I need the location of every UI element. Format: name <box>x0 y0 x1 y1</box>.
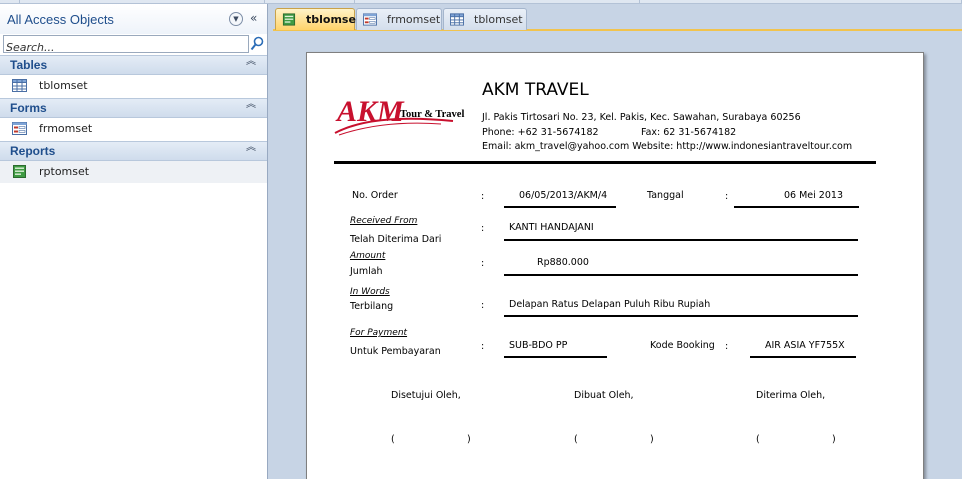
signature-close-paren: ) <box>650 434 654 445</box>
tab-label: tblomset <box>474 13 523 26</box>
company-phone: Phone: +62 31-5674182 <box>482 127 599 138</box>
amount-value: Rp880.000 <box>537 257 589 268</box>
nav-item-table-tblomset[interactable]: tblomset <box>0 75 267 97</box>
for-payment-label-en: For Payment <box>350 328 408 338</box>
chevron-up-double-icon[interactable]: ︽ <box>246 143 256 153</box>
received-from-label-en: Received From <box>350 216 418 226</box>
field-underline <box>504 206 616 208</box>
nav-item-label: frmomset <box>39 122 93 135</box>
group-label: Forms <box>10 101 47 115</box>
tanggal-value: 06 Mei 2013 <box>784 190 843 201</box>
report-page[interactable]: AKM Tour & Travel AKM TRAVEL Jl. Pakis T… <box>306 52 924 479</box>
form-icon <box>12 122 27 135</box>
field-underline <box>504 274 858 276</box>
received-from-value: KANTI HANDAJANI <box>509 222 594 233</box>
in-words-label-id: Terbilang <box>350 301 394 312</box>
search-box[interactable] <box>3 35 249 56</box>
field-underline <box>504 315 858 317</box>
search-icon[interactable] <box>250 36 264 52</box>
company-fax: Fax: 62 31-5674182 <box>641 127 737 138</box>
colon: : <box>481 341 485 352</box>
group-header-tables[interactable]: Tables ︽ <box>0 55 267 75</box>
colon: : <box>481 223 485 234</box>
navigation-pane: All Access Objects ▼ « Tables ︽ tblomset… <box>0 4 268 479</box>
tab-label: frmomset <box>387 13 441 26</box>
table-icon <box>450 13 464 26</box>
tab-report-tblomset[interactable]: tblomset <box>275 8 361 30</box>
colon: : <box>481 300 485 311</box>
amount-label-en: Amount <box>350 251 386 261</box>
colon: : <box>725 341 729 352</box>
tanggal-label: Tanggal <box>647 190 684 201</box>
amount-label-id: Jumlah <box>350 266 383 277</box>
colon: : <box>481 191 485 202</box>
kode-booking-label: Kode Booking <box>650 340 715 351</box>
field-underline <box>504 356 607 358</box>
received-from-label-id: Telah Diterima Dari <box>350 234 442 245</box>
header-divider <box>334 161 876 164</box>
for-payment-value: SUB-BDO PP <box>509 340 568 351</box>
for-payment-label-id: Untuk Pembayaran <box>350 346 441 357</box>
nav-item-report-rptomset[interactable]: rptomset <box>0 161 267 183</box>
table-icon <box>12 79 27 92</box>
search-input[interactable] <box>4 39 248 56</box>
field-underline <box>750 356 856 358</box>
report-icon <box>13 165 26 178</box>
group-header-forms[interactable]: Forms ︽ <box>0 98 267 118</box>
no-order-value: 06/05/2013/AKM/4 <box>519 190 608 201</box>
signature-open-paren: ( <box>574 434 578 445</box>
nav-item-label: tblomset <box>39 79 88 92</box>
in-words-value: Delapan Ratus Delapan Puluh Ribu Rupiah <box>509 299 711 310</box>
nav-item-label: rptomset <box>39 165 90 178</box>
shutter-collapse-icon[interactable]: « <box>250 11 258 25</box>
colon: : <box>725 191 729 202</box>
company-address: Jl. Pakis Tirtosari No. 23, Kel. Pakis, … <box>482 112 801 123</box>
no-order-label: No. Order <box>352 190 398 201</box>
company-name: AKM TRAVEL <box>482 80 589 100</box>
group-header-reports[interactable]: Reports ︽ <box>0 141 267 161</box>
nav-header[interactable]: All Access Objects ▼ « <box>0 4 267 34</box>
signature-open-paren: ( <box>756 434 760 445</box>
made-by-label: Dibuat Oleh, <box>574 390 634 401</box>
signature-close-paren: ) <box>832 434 836 445</box>
kode-booking-value: AIR ASIA YF755X <box>765 340 845 351</box>
group-label: Reports <box>10 144 56 158</box>
signature-open-paren: ( <box>391 434 395 445</box>
signature-close-paren: ) <box>467 434 471 445</box>
nav-item-form-frmomset[interactable]: frmomset <box>0 118 267 140</box>
document-tabs: tblomset frmomset tblomset <box>273 4 962 30</box>
group-label: Tables <box>10 58 48 72</box>
chevron-up-double-icon[interactable]: ︽ <box>246 100 256 110</box>
company-email-website: Email: akm_travel@yahoo.com Website: htt… <box>482 141 853 152</box>
tab-table-tblomset[interactable]: tblomset <box>443 8 527 30</box>
chevron-down-icon[interactable]: ▼ <box>229 12 243 26</box>
tab-form-frmomset[interactable]: frmomset <box>356 8 442 30</box>
field-underline <box>504 239 858 241</box>
akm-logo: AKM Tour & Travel <box>334 95 464 136</box>
approved-by-label: Disetujui Oleh, <box>391 390 461 401</box>
nav-title: All Access Objects <box>7 11 114 27</box>
received-by-label: Diterima Oleh, <box>756 390 826 401</box>
in-words-label-en: In Words <box>350 287 390 297</box>
colon: : <box>481 258 485 269</box>
report-icon <box>282 13 296 26</box>
logo-brand: AKM <box>335 95 405 128</box>
chevron-up-double-icon[interactable]: ︽ <box>246 57 256 67</box>
field-underline <box>734 206 859 208</box>
form-icon <box>363 13 377 26</box>
tab-label: tblomset <box>306 13 362 26</box>
